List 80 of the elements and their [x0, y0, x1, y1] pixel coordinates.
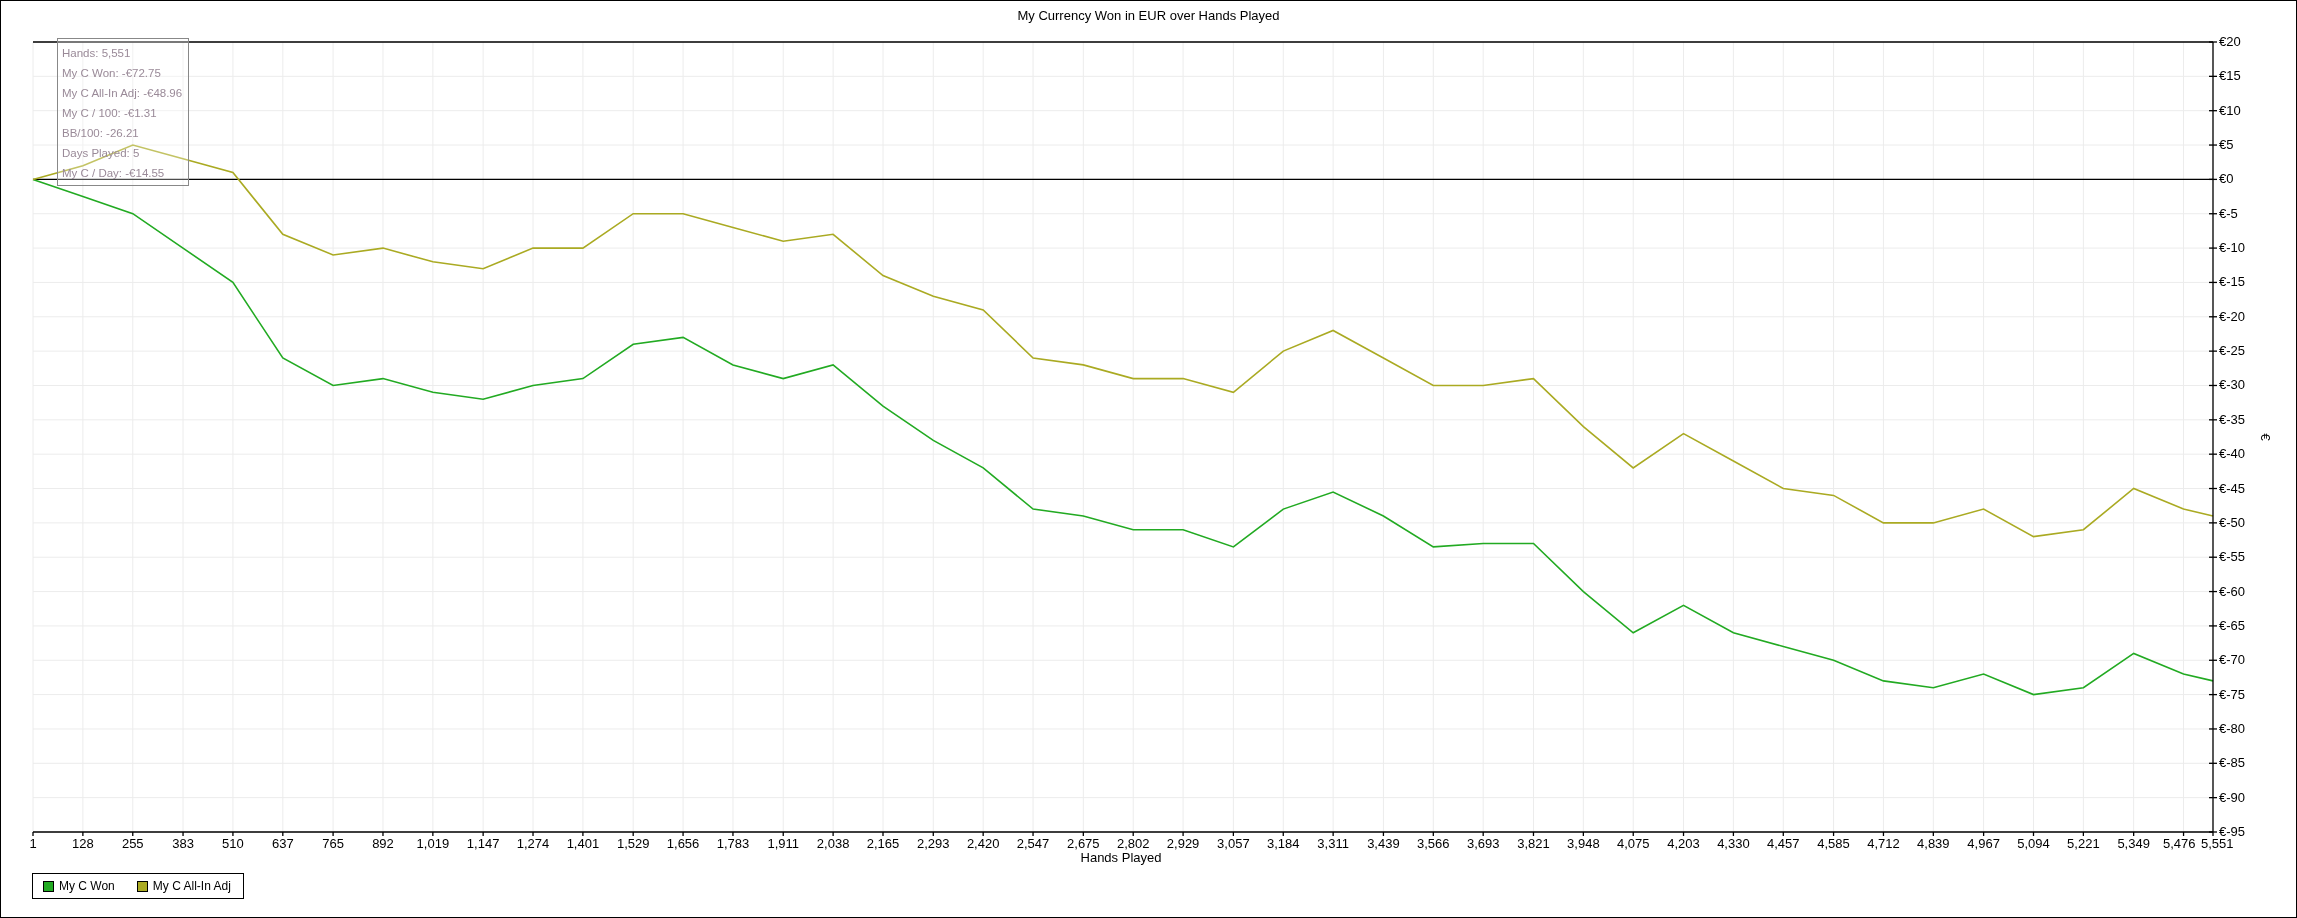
x-tick-label: 1,401 [566, 836, 600, 851]
tooltip-text: My C / Day: -€14.55 [62, 166, 166, 181]
x-tick-label: 5,349 [2117, 836, 2150, 851]
y-tick-label: €-80 [2219, 720, 2246, 736]
x-tick-label: 3,439 [1367, 836, 1400, 851]
y-tick-label: €-95 [2219, 824, 2246, 839]
x-tick-label: 5,221 [2067, 836, 2100, 851]
x-tick-label: 5,476 [2163, 836, 2196, 851]
x-tick-label: 5,094 [2017, 836, 2050, 851]
y-tick-label: €-85 [2219, 755, 2246, 771]
y-tick-label: €-60 [2219, 583, 2246, 599]
x-tick-label: 4,712 [1867, 836, 1900, 851]
x-tick-label: 2,802 [1116, 836, 1150, 851]
x-tick-label: 1,911 [767, 836, 799, 851]
x-tick-label: 765 [322, 836, 344, 851]
x-tick-label: 892 [372, 836, 394, 851]
x-tick-label: 3,311 [1317, 836, 1349, 851]
x-tick-label: 2,547 [1016, 836, 1050, 851]
y-tick-label: €-35 [2219, 411, 2246, 427]
y-tick-label: €-75 [2219, 686, 2246, 702]
x-tick-label: 128 [72, 836, 94, 851]
x-tick-label: 2,293 [917, 836, 950, 851]
y-tick-label: €-15 [2219, 274, 2246, 290]
x-tick-label: 1,656 [666, 836, 700, 851]
tooltip-text: My C / 100: -€1.31 [62, 106, 158, 121]
y-tick-label: €-45 [2219, 480, 2246, 496]
legend-label: My C Won [59, 879, 115, 893]
x-tick-label: 255 [121, 836, 144, 851]
x-tick-label: 637 [271, 836, 294, 851]
x-tick-label: 1,274 [516, 836, 550, 851]
y-tick-label: €-10 [2219, 240, 2246, 256]
y-tick-label: €-5 [2219, 205, 2238, 221]
x-tick-label: 2,420 [966, 836, 1000, 851]
x-tick-label: 3,184 [1267, 836, 1300, 851]
tooltip-text: BB/100: -26.21 [62, 126, 140, 141]
x-tick-label: 1,783 [716, 836, 750, 851]
x-tick-label: 3,948 [1567, 836, 1600, 851]
y-tick-label: €-55 [2219, 549, 2246, 565]
tooltip-text: My C Won: -€72.75 [62, 66, 162, 81]
tooltip-text: Hands: 5,551 [62, 46, 132, 61]
y-tick-label: €-70 [2219, 652, 2246, 668]
y-tick-label: €15 [2219, 68, 2241, 84]
x-tick-label: 5,551 [2201, 836, 2234, 851]
x-tick-label: 1,147 [466, 836, 500, 851]
x-tick-label: 2,675 [1067, 836, 1100, 851]
x-axis-label: Hands Played [1080, 850, 1162, 865]
y-tick-label: €-50 [2219, 514, 2246, 530]
y-tick-label: €-65 [2219, 617, 2246, 633]
x-tick-label: 1,529 [616, 836, 650, 851]
x-tick-label: 3,693 [1466, 836, 1500, 851]
x-tick-label: 3,821 [1517, 836, 1550, 851]
x-tick-label: 2,165 [866, 836, 900, 851]
y-tick-label: €-30 [2219, 377, 2246, 393]
x-tick-label: 4,839 [1917, 836, 1950, 851]
y-tick-label: €-90 [2219, 789, 2246, 805]
x-tick-label: 2,929 [1166, 836, 1200, 851]
y-tick-label: €20 [2219, 34, 2241, 49]
y-tick-label: €-40 [2219, 446, 2246, 462]
x-tick-label: 2,038 [816, 836, 850, 851]
y-tick-label: €-25 [2219, 343, 2246, 359]
y-axis-label: € [2258, 433, 2273, 441]
y-tick-label: €10 [2219, 102, 2241, 118]
x-tick-label: 4,457 [1767, 836, 1800, 851]
x-tick-label: 3,566 [1417, 836, 1450, 851]
x-tick-label: 4,203 [1667, 836, 1700, 851]
y-tick-label: €-20 [2219, 308, 2246, 324]
x-tick-label: 4,330 [1717, 836, 1750, 851]
x-tick-label: 383 [172, 836, 194, 851]
x-tick-label: 4,075 [1616, 836, 1650, 851]
x-tick-label: 1 [29, 836, 37, 851]
y-tick-label: €5 [2219, 137, 2234, 153]
x-tick-label: 3,057 [1217, 836, 1250, 851]
x-tick-label: 510 [222, 836, 244, 851]
chart-title: My Currency Won in EUR over Hands Played [1016, 7, 1281, 25]
x-tick-label: 1,019 [416, 836, 450, 851]
x-tick-label: 4,585 [1817, 836, 1850, 851]
legend-label: My C All-In Adj [152, 879, 231, 893]
tooltip-text: My C All-In Adj: -€48.96 [62, 86, 184, 101]
y-tick-label: €0 [2219, 171, 2234, 187]
x-tick-label: 4,967 [1967, 836, 2000, 851]
